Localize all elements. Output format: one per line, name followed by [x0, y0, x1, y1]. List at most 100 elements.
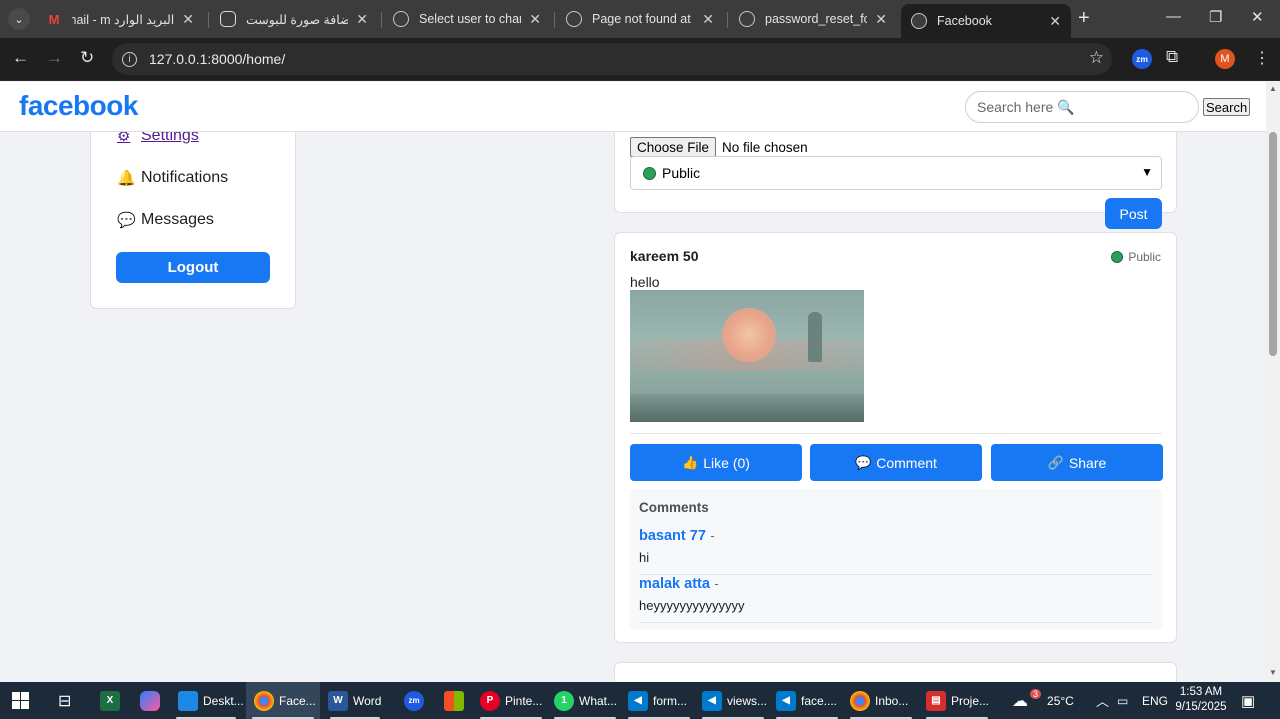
post-author[interactable]: kareem 50	[630, 248, 699, 264]
tab-password-reset[interactable]: password_reset_form ✕	[729, 4, 897, 34]
close-icon[interactable]: ✕	[182, 11, 194, 28]
tab-separator	[727, 12, 728, 28]
taskbar-app-pinterest[interactable]: P Pinte...	[474, 682, 548, 719]
tab-gmail[interactable]: M البريد الوارد Gmail - m ✕	[36, 4, 204, 34]
scroll-down-icon[interactable]: ▼	[1269, 668, 1277, 677]
address-bar[interactable]: i 127.0.0.1:8000/home/ ☆	[112, 43, 1112, 75]
new-tab-icon[interactable]: +	[1078, 8, 1090, 28]
sidebar-item-label: Notifications	[141, 169, 229, 186]
privacy-select-value: Public	[662, 165, 701, 181]
sidebar-item-messages[interactable]: 💬 Messages	[117, 211, 214, 229]
taskbar-app-word[interactable]: W Word	[324, 682, 386, 719]
reload-icon[interactable]: ↻	[80, 48, 94, 68]
task-view-icon[interactable]: ⊟	[58, 682, 78, 719]
comment-author[interactable]: malak atta	[639, 576, 710, 592]
tab-separator	[208, 12, 209, 28]
taskbar-app-label: Deskt...	[203, 693, 244, 708]
zoom-logo: zm	[404, 690, 424, 711]
browser-menu-icon[interactable]: ⋮	[1254, 48, 1270, 68]
taskbar-app-label: Pinte...	[505, 693, 543, 708]
search-button[interactable]: Search	[1203, 98, 1251, 116]
system-clock[interactable]: 1:53 AM 9/15/2025	[1175, 685, 1227, 715]
desktop-folder-icon	[178, 690, 198, 711]
taskbar-app-desktop[interactable]: Deskt...	[170, 682, 244, 719]
site-info-icon[interactable]: i	[122, 51, 137, 67]
choose-file-button[interactable]: Choose File	[630, 137, 717, 157]
battery-network-icon[interactable]: ▭	[1117, 682, 1128, 719]
post-image[interactable]	[630, 290, 864, 422]
scroll-up-icon[interactable]: ▲	[1269, 84, 1277, 93]
taskbar-app-label: Face...	[279, 693, 316, 708]
excel-icon[interactable]: X	[100, 682, 125, 719]
tab-title: Facebook	[937, 14, 992, 28]
page-scrollbar[interactable]: ▲ ▼	[1266, 82, 1280, 682]
search-input[interactable]	[965, 91, 1199, 123]
tab-page-not-found[interactable]: Page not found at /r ✕	[556, 4, 724, 34]
globe-icon	[643, 166, 656, 180]
notification-center-icon[interactable]: ▣	[1241, 682, 1255, 719]
vscode-icon: ◀	[776, 690, 796, 711]
globe-icon	[393, 11, 409, 27]
tab-facebook[interactable]: Facebook ✕	[901, 4, 1071, 38]
taskbar-app-vscode-form[interactable]: ◀ form...	[622, 682, 696, 719]
close-icon[interactable]: ✕	[702, 11, 714, 28]
taskbar-app-whatsapp[interactable]: 1 What...	[548, 682, 622, 719]
forward-arrow-icon[interactable]: →	[46, 48, 63, 68]
taskbar-app-label: Proje...	[951, 693, 990, 708]
post-text: hello	[630, 274, 660, 290]
sidebar-item-notifications[interactable]: 🔔 Notifications	[117, 169, 228, 187]
language-indicator[interactable]: ENG	[1142, 682, 1168, 719]
minimize-icon[interactable]: —	[1166, 8, 1181, 25]
comment-label: Comment	[876, 454, 937, 471]
privacy-select[interactable]: Public ▼	[630, 156, 1162, 190]
file-upload-row: Choose File No file chosen	[630, 137, 808, 157]
tab-title: password_reset_form	[765, 12, 868, 26]
restore-icon[interactable]: ❐	[1209, 8, 1222, 26]
clock-date: 9/15/2025	[1175, 701, 1227, 713]
close-icon[interactable]: ✕	[1049, 13, 1061, 30]
tab-chatgpt[interactable]: إضافة صورة للبوست ✕	[210, 4, 378, 34]
scrollbar-thumb[interactable]	[1269, 132, 1277, 356]
weather-widget[interactable]: ☁ 3 25°C	[1012, 682, 1074, 719]
image-ground	[630, 394, 864, 422]
url-text[interactable]: 127.0.0.1:8000/home/	[149, 51, 285, 67]
taskbar-app-label: form...	[653, 693, 688, 708]
extensions-puzzle-icon[interactable]: ⧉	[1166, 47, 1178, 67]
zoom-extension-icon[interactable]: zm	[1132, 49, 1152, 69]
close-icon[interactable]: ✕	[875, 11, 887, 28]
taskbar-app-inbox[interactable]: Inbo...	[844, 682, 918, 719]
copilot-icon[interactable]	[140, 682, 165, 719]
windows-start-icon[interactable]	[12, 682, 34, 719]
post-button[interactable]: Post	[1105, 198, 1162, 229]
tab-search-chevron-icon[interactable]: ⌄	[8, 8, 30, 30]
taskbar-app-chrome[interactable]: Face...	[246, 682, 320, 719]
close-icon[interactable]: ✕	[356, 11, 368, 28]
profile-avatar[interactable]: M	[1215, 49, 1235, 69]
site-header: facebook Search	[0, 82, 1266, 132]
taskbar-app-project-pdf[interactable]: ▤ Proje...	[920, 682, 994, 719]
store-app-icon[interactable]	[444, 682, 469, 719]
share-label: Share	[1068, 454, 1107, 471]
taskbar-app-vscode-face[interactable]: ◀ face....	[770, 682, 844, 719]
logout-button[interactable]: Logout	[116, 252, 270, 283]
weather-temp: 25°C	[1047, 693, 1074, 708]
chevron-down-icon: ▼	[1141, 165, 1153, 179]
comment-author[interactable]: basant 77	[639, 528, 706, 544]
clock-time: 1:53 AM	[1179, 686, 1223, 698]
back-arrow-icon[interactable]: ←	[12, 48, 29, 68]
comment-separator: -	[710, 528, 715, 543]
zoom-app-icon[interactable]: zm	[404, 682, 429, 719]
taskbar-app-vscode-views[interactable]: ◀ views...	[696, 682, 770, 719]
like-button[interactable]: 👍 Like (0)	[630, 444, 802, 481]
close-icon[interactable]: ✕	[529, 11, 541, 28]
taskbar-app-label: Inbo...	[875, 693, 909, 708]
share-button[interactable]: 🔗 Share	[991, 444, 1163, 481]
tab-select-user[interactable]: Select user to change ✕	[383, 4, 551, 34]
comment-button[interactable]: 💬 Comment	[810, 444, 982, 481]
next-post-card	[614, 662, 1177, 682]
facebook-logo[interactable]: facebook	[19, 90, 138, 122]
bookmark-star-icon[interactable]: ☆	[1089, 48, 1104, 68]
tray-overflow-icon[interactable]: ︿	[1096, 682, 1109, 719]
window-close-icon[interactable]: ✕	[1251, 8, 1264, 26]
pdf-icon: ▤	[926, 690, 946, 711]
